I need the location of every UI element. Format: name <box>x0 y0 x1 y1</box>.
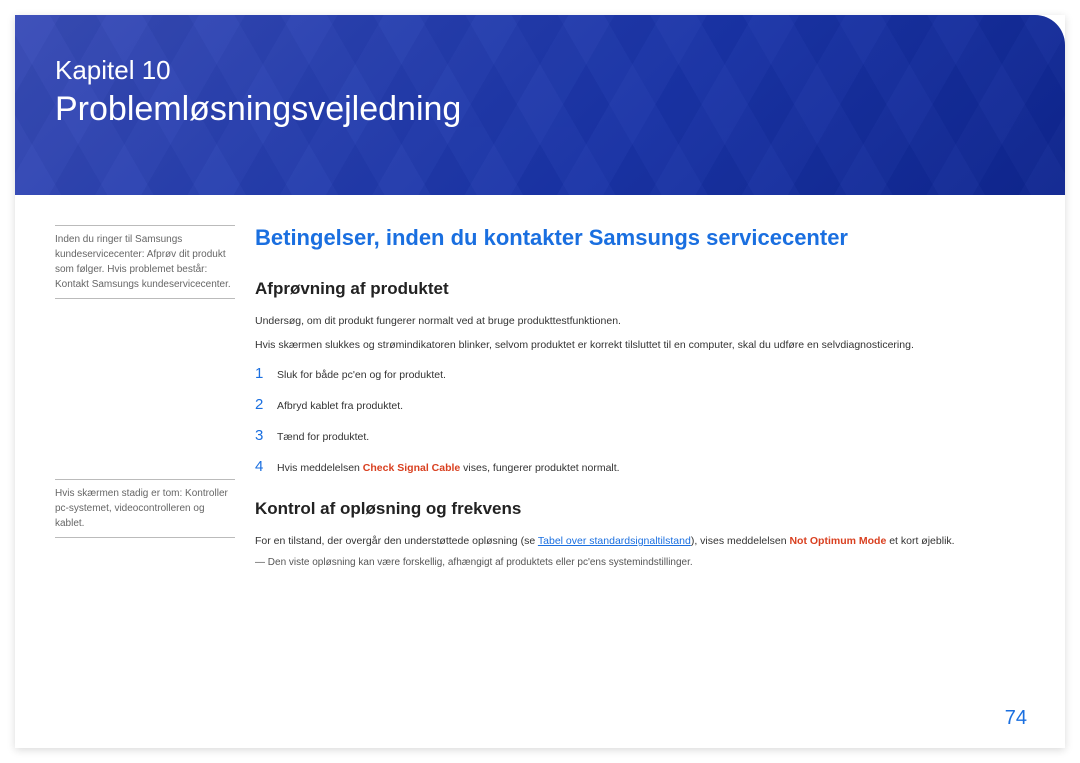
step-1: 1 Sluk for både pc'en og for produktet. <box>255 365 1025 382</box>
main-column: Betingelser, inden du kontakter Samsungs… <box>255 225 1025 568</box>
sub1-paragraph-1: Undersøg, om dit produkt fungerer normal… <box>255 313 1025 331</box>
not-optimum-mode-label: Not Optimum Mode <box>789 535 886 547</box>
chapter-banner: Kapitel 10 Problemløsningsvejledning <box>15 15 1065 195</box>
check-signal-cable-label: Check Signal Cable <box>363 462 460 474</box>
side-note-1: Inden du ringer til Samsungs kundeservic… <box>55 225 235 299</box>
sub2-mid: ), vises meddelelsen <box>691 535 790 547</box>
step-2: 2 Afbryd kablet fra produktet. <box>255 396 1025 413</box>
step4-prefix: Hvis meddelelsen <box>277 462 363 474</box>
sub1-paragraph-2: Hvis skærmen slukkes og strømindikatoren… <box>255 337 1025 355</box>
banner-text-block: Kapitel 10 Problemløsningsvejledning <box>15 15 1065 129</box>
chapter-title: Problemløsningsvejledning <box>55 90 1025 129</box>
step-number: 3 <box>255 427 277 444</box>
sub2-suffix: et kort øjeblik. <box>886 535 954 547</box>
step-text: Hvis meddelelsen Check Signal Cable vise… <box>277 462 620 474</box>
step-number: 2 <box>255 396 277 413</box>
step-text: Afbryd kablet fra produktet. <box>277 400 403 412</box>
standard-signal-table-link[interactable]: Tabel over standardsignaltilstand <box>538 535 691 547</box>
sub2-footnote: Den viste opløsning kan være forskellig,… <box>255 557 1025 568</box>
content-area: Inden du ringer til Samsungs kundeservic… <box>15 195 1065 588</box>
step-text: Sluk for både pc'en og for produktet. <box>277 369 446 381</box>
sub2-paragraph: For en tilstand, der overgår den underst… <box>255 533 1025 551</box>
step-number: 1 <box>255 365 277 382</box>
section-title: Betingelser, inden du kontakter Samsungs… <box>255 225 1025 251</box>
step-text: Tænd for produktet. <box>277 431 369 443</box>
step4-suffix: vises, fungerer produktet normalt. <box>460 462 619 474</box>
step-number: 4 <box>255 458 277 475</box>
side-column: Inden du ringer til Samsungs kundeservic… <box>55 225 255 568</box>
page-number: 74 <box>1005 707 1027 730</box>
step-4: 4 Hvis meddelelsen Check Signal Cable vi… <box>255 458 1025 475</box>
side-note-2: Hvis skærmen stadig er tom: Kontroller p… <box>55 479 235 538</box>
subsection-1-title: Afprøvning af produktet <box>255 279 1025 299</box>
sub2-prefix: For en tilstand, der overgår den underst… <box>255 535 538 547</box>
document-page: Kapitel 10 Problemløsningsvejledning Ind… <box>15 15 1065 748</box>
step-3: 3 Tænd for produktet. <box>255 427 1025 444</box>
chapter-label: Kapitel 10 <box>55 55 1025 86</box>
subsection-2-title: Kontrol af opløsning og frekvens <box>255 499 1025 519</box>
steps-list: 1 Sluk for både pc'en og for produktet. … <box>255 365 1025 475</box>
